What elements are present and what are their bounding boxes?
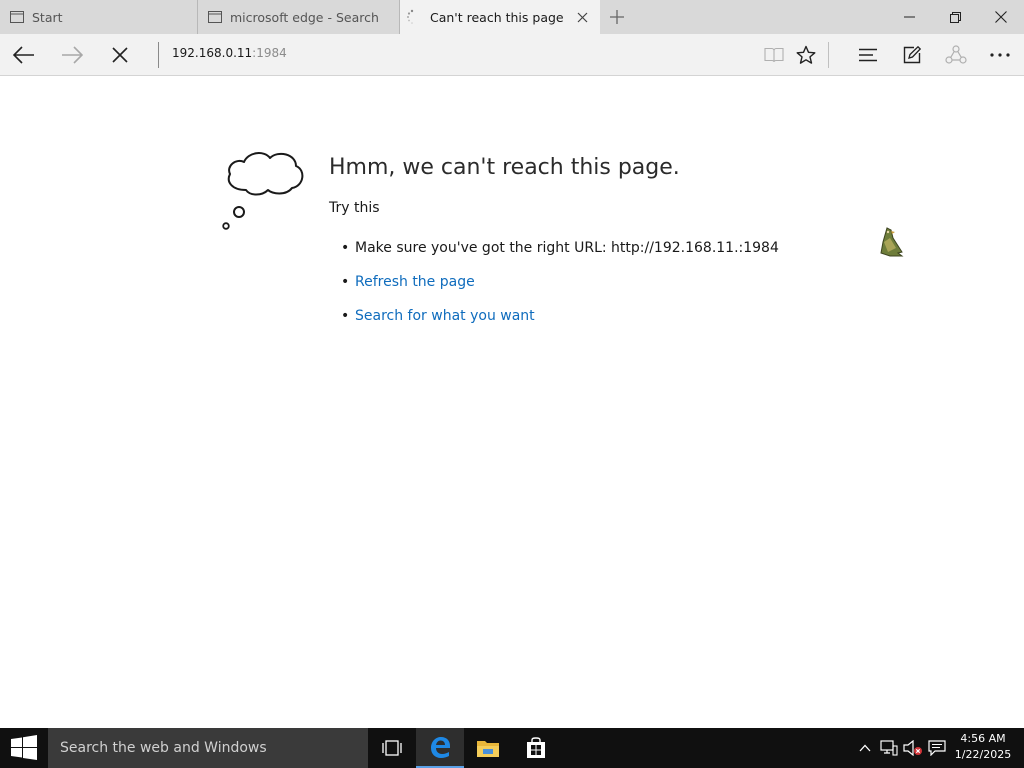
more-dots-icon [990, 53, 1010, 57]
close-icon [995, 11, 1007, 23]
clock[interactable]: 4:56 AM 1/22/2025 [952, 731, 1014, 763]
bullet: • [341, 308, 350, 324]
edge-logo-icon [431, 737, 450, 758]
address-divider [158, 42, 159, 68]
taskbar-file-explorer-button[interactable] [464, 728, 512, 768]
thought-cloud-icon [220, 148, 308, 232]
taskbar-edge-button[interactable] [416, 728, 464, 768]
new-tab-button[interactable] [604, 5, 630, 29]
parrot-cursor-icon [878, 226, 906, 258]
back-button[interactable] [7, 38, 41, 72]
tab-strip: Start microsoft edge - Search Can't reac… [0, 0, 1024, 34]
more-button[interactable] [983, 38, 1017, 72]
close-window-button[interactable] [978, 0, 1024, 34]
stop-button[interactable] [103, 38, 137, 72]
loading-spinner-icon [406, 9, 418, 25]
suggestion-refresh: • Refresh the page [341, 274, 475, 290]
address-host: 192.168.0.11 [172, 46, 253, 60]
clock-time: 4:56 AM [960, 732, 1006, 745]
suggestion-url: • Make sure you've got the right URL: ht… [341, 240, 779, 256]
navigation-bar: 192.168.0.11:1984 [0, 34, 1024, 76]
minimize-button[interactable] [886, 0, 932, 34]
hub-button[interactable] [851, 38, 885, 72]
network-tray-button[interactable] [878, 728, 900, 768]
volume-muted-icon [903, 740, 922, 756]
address-bar[interactable]: 192.168.0.11:1984 [172, 46, 287, 60]
minimize-icon [903, 16, 915, 18]
task-view-icon [382, 740, 402, 756]
forward-arrow-icon [62, 46, 83, 64]
plus-icon [610, 10, 624, 24]
tab-label: Start [32, 9, 63, 25]
error-title: Hmm, we can't reach this page. [329, 155, 680, 180]
web-note-button[interactable] [895, 38, 929, 72]
favorite-button[interactable] [789, 38, 823, 72]
close-tab-icon[interactable] [574, 9, 590, 25]
taskbar: Search the web and Windows 4:56 AM 1/22/… [0, 728, 1024, 768]
web-note-icon [903, 46, 921, 64]
page-icon [208, 11, 222, 23]
reading-view-icon [764, 47, 784, 63]
refresh-page-link[interactable]: Refresh the page [355, 274, 475, 290]
taskbar-search-placeholder: Search the web and Windows [60, 740, 267, 756]
forward-button[interactable] [55, 38, 89, 72]
volume-tray-button[interactable] [902, 728, 924, 768]
tab-start[interactable]: Start [0, 0, 198, 34]
tab-microsoft-edge-search[interactable]: microsoft edge - Search [198, 0, 400, 34]
chevron-up-icon [859, 744, 871, 752]
stop-x-icon [112, 47, 128, 63]
task-view-button[interactable] [368, 728, 416, 768]
share-button[interactable] [939, 38, 973, 72]
tab-label: microsoft edge - Search [230, 9, 379, 25]
taskbar-search-box[interactable]: Search the web and Windows [48, 728, 368, 768]
restore-button[interactable] [932, 0, 978, 34]
show-hidden-icons-button[interactable] [854, 728, 876, 768]
toolbar-divider [828, 42, 829, 68]
clock-date: 1/22/2025 [954, 748, 1012, 761]
windows-logo-icon [11, 735, 37, 760]
start-button[interactable] [0, 728, 48, 768]
back-arrow-icon [13, 46, 34, 64]
address-port: :1984 [252, 46, 287, 60]
bullet: • [341, 240, 350, 256]
action-center-button[interactable] [926, 728, 948, 768]
network-icon [880, 740, 898, 756]
action-center-icon [928, 740, 946, 756]
restore-icon [949, 11, 961, 23]
page-icon [10, 11, 24, 23]
taskbar-store-button[interactable] [512, 728, 560, 768]
file-explorer-icon [477, 741, 499, 757]
store-icon [527, 737, 545, 758]
bullet: • [341, 274, 350, 290]
share-icon [945, 45, 967, 64]
try-this-label: Try this [329, 200, 380, 216]
suggestion-search: • Search for what you want [341, 308, 535, 324]
tab-cant-reach-page[interactable]: Can't reach this page [400, 0, 600, 34]
tab-label: Can't reach this page [430, 9, 564, 25]
search-link[interactable]: Search for what you want [355, 308, 535, 324]
star-icon [796, 45, 816, 64]
hub-icon [859, 48, 877, 62]
reading-view-button[interactable] [757, 38, 791, 72]
suggestion-url-text: Make sure you've got the right URL: http… [355, 240, 779, 256]
